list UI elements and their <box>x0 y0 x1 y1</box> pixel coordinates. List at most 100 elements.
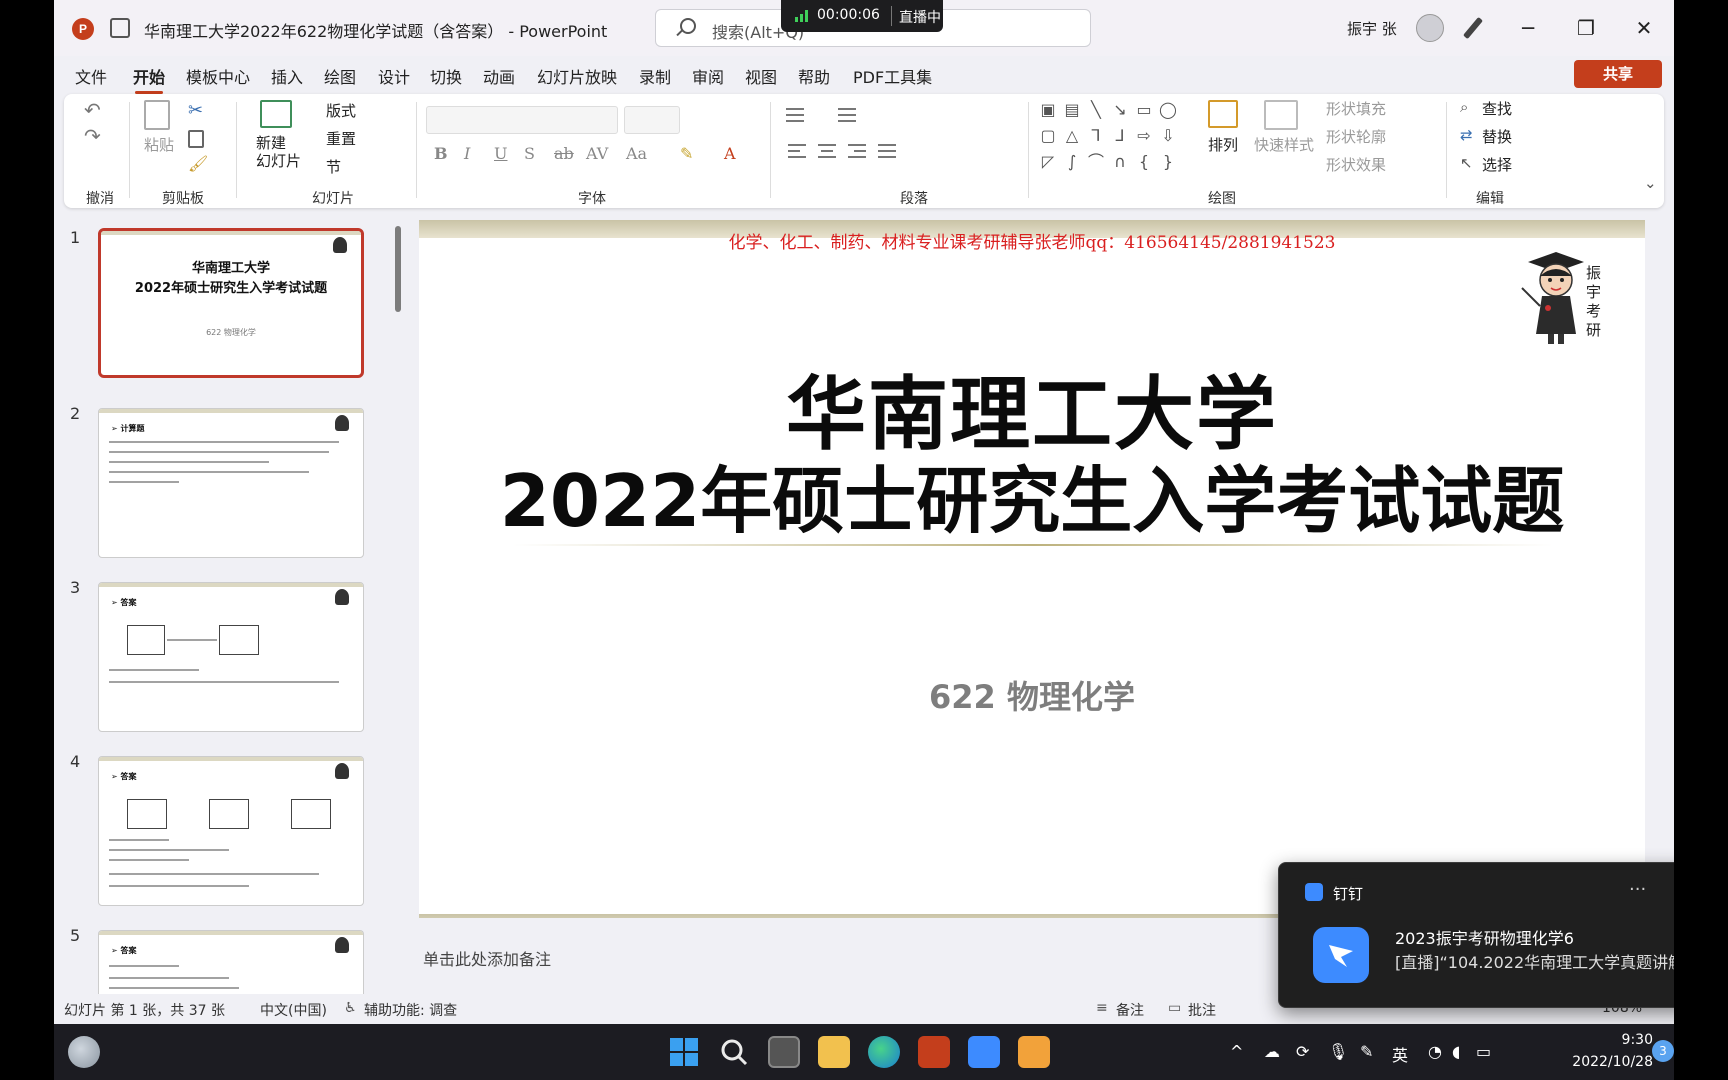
shapes-gallery[interactable]: ▣ ▤ ╲ ↘ ▭ ◯ ▢ △ ⅂ ⅃ ⇨ ⇩ ◸ ∫ ⌒ ∩ { } <box>1038 100 1188 176</box>
font-family-select[interactable] <box>426 106 618 134</box>
slide-thumbnail-5[interactable]: ➢ 答案 <box>98 930 364 994</box>
line-shape-icon[interactable]: ╲ <box>1086 100 1106 120</box>
oval-shape-icon[interactable]: ◯ <box>1158 100 1178 120</box>
start-icon[interactable] <box>668 1036 700 1068</box>
slide-thumbnail-3[interactable]: ➢ 答案 <box>98 582 364 732</box>
share-button[interactable]: 共享 <box>1574 60 1662 88</box>
maximize-button[interactable]: ❐ <box>1566 8 1606 48</box>
left-brace-shape-icon[interactable]: { <box>1134 152 1154 172</box>
arrange-button[interactable]: 排列 <box>1208 134 1238 155</box>
onedrive-icon[interactable]: ☁ <box>1264 1042 1280 1061</box>
layout-button[interactable]: 版式 <box>326 100 356 121</box>
tab-view[interactable]: 视图 <box>745 64 777 88</box>
task-view-icon[interactable] <box>768 1036 800 1068</box>
font-size-select[interactable] <box>624 106 680 134</box>
more-options-button[interactable]: ··· <box>1629 879 1646 900</box>
tab-draw[interactable]: 绘图 <box>324 64 356 88</box>
tab-help[interactable]: 帮助 <box>798 64 830 88</box>
avatar[interactable] <box>1416 14 1444 42</box>
notes-button[interactable]: 备注 <box>1116 1000 1144 1020</box>
strikethrough-icon[interactable]: ab <box>554 144 574 163</box>
rectangle-shape-icon[interactable]: ▭ <box>1134 100 1154 120</box>
sync-icon[interactable]: ⟳ <box>1296 1042 1309 1061</box>
quick-styles-icon[interactable] <box>1264 100 1298 130</box>
tab-insert[interactable]: 插入 <box>271 64 303 88</box>
change-case-icon[interactable]: Aa <box>626 144 647 163</box>
slide-canvas[interactable]: 化学、化工、制药、材料专业课考研辅导张老师qq：416564145/288194… <box>419 220 1645 918</box>
char-spacing-icon[interactable]: AV <box>586 144 608 163</box>
tab-file[interactable]: 文件 <box>75 64 107 88</box>
thumbnail-scrollbar[interactable] <box>391 212 405 994</box>
volume-icon[interactable]: ◖ <box>1452 1042 1460 1061</box>
textbox-vertical-shape-icon[interactable]: ▤ <box>1062 100 1082 120</box>
tab-design[interactable]: 设计 <box>378 64 410 88</box>
slide-title-line-2[interactable]: 2022年硕士研究生入学考试试题 <box>419 442 1645 547</box>
arc-shape-icon[interactable]: ⌒ <box>1086 152 1106 172</box>
tab-slideshow[interactable]: 幻灯片放映 <box>537 64 617 88</box>
app-taskbar-icon[interactable] <box>1018 1036 1050 1068</box>
paste-button[interactable]: 粘贴 <box>144 134 174 155</box>
ime-indicator[interactable]: 英 <box>1392 1042 1408 1066</box>
dingtalk-taskbar-icon[interactable] <box>968 1036 1000 1068</box>
find-button[interactable]: 查找 <box>1482 98 1512 119</box>
clock-date[interactable]: 2022/10/28 <box>1549 1054 1653 1070</box>
comments-button[interactable]: 批注 <box>1188 1000 1216 1020</box>
accessibility-status[interactable]: 辅助功能: 调查 <box>364 1000 457 1020</box>
shape-effect-button[interactable]: 形状效果 <box>1326 154 1386 175</box>
font-color-icon[interactable]: A <box>724 144 736 163</box>
arrange-icon[interactable] <box>1208 100 1238 128</box>
collapse-ribbon-icon[interactable]: ⌄ <box>1644 174 1657 192</box>
autosave-icon[interactable] <box>110 18 130 38</box>
redo-icon[interactable]: ↷ <box>84 124 101 148</box>
close-button[interactable]: ✕ <box>1624 8 1664 48</box>
language-indicator[interactable]: 中文(中国) <box>260 1000 327 1020</box>
freeform-shape-icon[interactable]: ◸ <box>1038 152 1058 172</box>
right-arrow-shape-icon[interactable]: ⇨ <box>1134 126 1154 146</box>
file-explorer-icon[interactable] <box>818 1036 850 1068</box>
undo-icon[interactable]: ↶ <box>84 98 101 122</box>
quick-styles-button[interactable]: 快速样式 <box>1254 134 1314 155</box>
new-slide-icon[interactable] <box>260 100 292 128</box>
tab-transitions[interactable]: 切换 <box>430 64 462 88</box>
pen-menu-icon[interactable]: ✎ <box>1360 1042 1373 1061</box>
tab-animations[interactable]: 动画 <box>483 64 515 88</box>
powerpoint-taskbar-icon[interactable] <box>918 1036 950 1068</box>
search-icon[interactable] <box>718 1036 750 1068</box>
right-brace-shape-icon[interactable]: } <box>1158 152 1178 172</box>
tab-home[interactable]: 开始 <box>133 64 165 94</box>
notification-count-badge[interactable]: 3 <box>1652 1040 1674 1062</box>
weather-icon[interactable] <box>68 1036 100 1068</box>
highlight-icon[interactable]: ✎ <box>680 144 693 163</box>
cut-icon[interactable]: ✂ <box>188 100 203 121</box>
slide-subtitle[interactable]: 622 物理化学 <box>419 672 1645 718</box>
minimize-button[interactable]: ─ <box>1508 8 1548 48</box>
dingtalk-notification[interactable]: 钉钉 ··· ✕ 2023振宇考研物理化学6 [直播]“104.2022华南理工… <box>1278 862 1674 1008</box>
triangle-shape-icon[interactable]: △ <box>1062 126 1082 146</box>
scrollbar-thumb[interactable] <box>395 226 401 312</box>
shape-outline-button[interactable]: 形状轮廓 <box>1326 126 1386 147</box>
live-recording-badge[interactable]: 00:00:06 直播中 <box>781 0 943 32</box>
italic-icon[interactable]: I <box>464 144 470 163</box>
copy-icon[interactable] <box>188 130 204 148</box>
pen-icon[interactable] <box>1462 16 1484 40</box>
scribble-shape-icon[interactable]: ∫ <box>1062 152 1082 172</box>
slide-thumbnail-2[interactable]: ➢ 计算题 <box>98 408 364 558</box>
microphone-icon[interactable]: 🎙 <box>1328 1042 1348 1061</box>
tab-templates[interactable]: 模板中心 <box>186 64 250 88</box>
curve-shape-icon[interactable]: ∩ <box>1110 152 1130 172</box>
slide-thumbnail-1[interactable]: 华南理工大学 2022年硕士研究生入学考试试题 622 物理化学 <box>98 228 364 378</box>
shape-fill-button[interactable]: 形状填充 <box>1326 98 1386 119</box>
user-name[interactable]: 振宇 张 <box>1347 18 1397 39</box>
slide-thumbnail-4[interactable]: ➢ 答案 <box>98 756 364 906</box>
down-arrow-shape-icon[interactable]: ⇩ <box>1158 126 1178 146</box>
paste-icon[interactable] <box>144 100 170 130</box>
clock-time[interactable]: 9:30 <box>1601 1032 1653 1048</box>
connector-shape-icon[interactable]: ⅂ <box>1086 126 1106 146</box>
tab-pdf-tools[interactable]: PDF工具集 <box>853 64 932 88</box>
rounded-rect-shape-icon[interactable]: ▢ <box>1038 126 1058 146</box>
format-painter-icon[interactable]: 🖌 <box>188 154 208 173</box>
replace-button[interactable]: 替换 <box>1482 126 1512 147</box>
bold-icon[interactable]: B <box>434 144 448 163</box>
new-slide-button[interactable]: 新建 幻灯片 <box>256 134 301 170</box>
notes-placeholder[interactable]: 单击此处添加备注 <box>423 946 551 970</box>
